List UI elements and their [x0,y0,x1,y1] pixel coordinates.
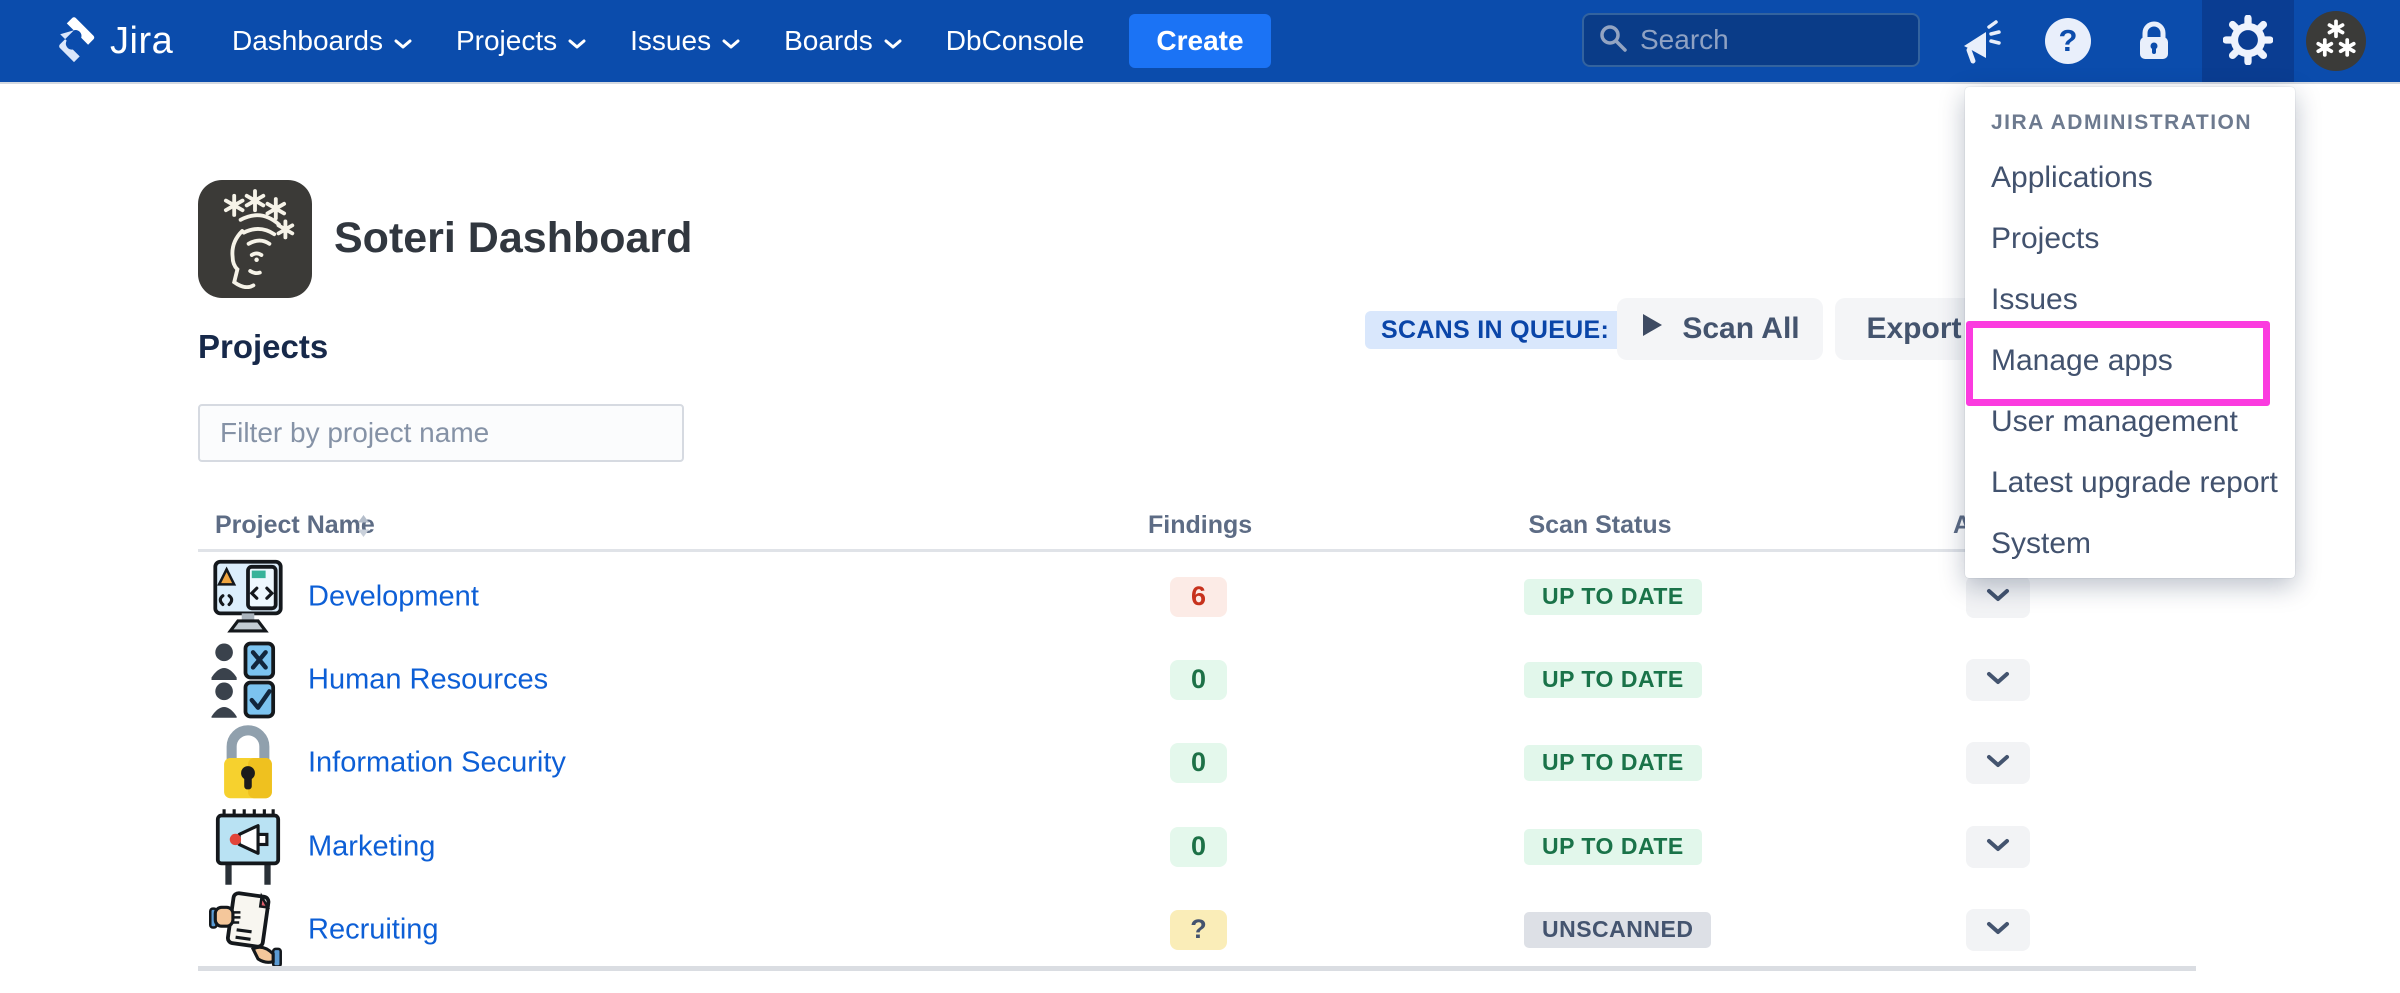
admin-menu-item-system[interactable]: System [1965,513,2295,574]
admin-settings-button[interactable] [2202,0,2294,82]
scan-status-badge: UP TO DATE [1524,662,1702,698]
scan-status-badge: UNSCANNED [1524,912,1711,948]
table-header-divider [198,549,2196,552]
chevron-down-icon [1986,671,2010,689]
row-actions-button[interactable] [1966,909,2030,951]
play-icon [1640,312,1664,346]
project-link[interactable]: Human Resources [308,663,548,696]
scan-status-badge: UP TO DATE [1524,579,1702,615]
row-actions-button[interactable] [1966,742,2030,784]
project-link[interactable]: Information Security [308,746,566,779]
project-link[interactable]: Marketing [308,830,435,863]
nav-item-boards[interactable]: Boards [784,25,902,57]
table-row-recruiting: Recruiting ? UNSCANNED [198,888,2196,971]
findings-badge: 6 [1170,577,1227,617]
admin-menu-item-issues[interactable]: Issues [1965,269,2295,330]
jira-brand[interactable]: Jira [50,0,173,82]
jira-logo-icon [50,15,98,68]
findings-badge: ? [1170,910,1227,950]
chevron-down-icon [394,25,412,57]
chevron-down-icon [722,25,740,57]
table-header: Project Name Findings Scan Status Action… [198,505,2196,545]
row-actions-button[interactable] [1966,826,2030,868]
sort-icon [354,513,373,544]
billboard-megaphone-icon [202,808,294,886]
gear-icon [2223,15,2273,68]
chevron-down-icon [1986,754,2010,772]
admin-menu-heading: JIRA ADMINISTRATION [1965,87,2295,147]
project-link[interactable]: Development [308,580,479,613]
column-header-findings: Findings [1148,505,1252,545]
findings-badge: 0 [1170,660,1227,700]
help-icon[interactable]: ? [2040,13,2096,69]
nav-item-issues[interactable]: Issues [630,25,740,57]
primary-nav-menu: Dashboards Projects Issues Boards DbCons… [232,0,1084,82]
project-filter-input[interactable] [198,404,684,462]
search-icon [1598,23,1628,58]
column-header-scan-status: Scan Status [1525,505,1675,545]
chevron-down-icon [1986,588,2010,606]
announcement-megaphone-icon[interactable] [1950,13,2006,69]
create-button[interactable]: Create [1129,14,1271,68]
nav-divider [0,82,2400,84]
page-title: Soteri Dashboard [334,214,692,263]
scan-status-badge: UP TO DATE [1524,745,1702,781]
people-phone-icon [202,641,294,719]
chevron-down-icon [568,25,586,57]
search-input[interactable] [1640,24,1904,56]
jira-soteri-dashboard: Jira Dashboards Projects Issues Boards D… [0,0,2400,993]
row-actions-button[interactable] [1966,576,2030,618]
lock-icon[interactable] [2126,13,2182,69]
column-header-project-name[interactable]: Project Name [215,505,375,545]
scan-status-badge: UP TO DATE [1524,829,1702,865]
chevron-down-icon [1986,921,2010,939]
handshake-document-icon [202,891,294,969]
nav-item-projects[interactable]: Projects [456,25,586,57]
project-link[interactable]: Recruiting [308,913,439,946]
admin-menu-item-latest-upgrade-report[interactable]: Latest upgrade report [1965,452,2295,513]
admin-menu-item-user-management[interactable]: User management [1965,391,2295,452]
user-avatar[interactable] [2306,11,2366,71]
projects-section-heading: Projects [198,328,328,366]
table-row-information-security: Information Security 0 UP TO DATE [198,721,2196,804]
scan-all-button[interactable]: Scan All [1617,298,1823,360]
chevron-down-icon [1986,838,2010,856]
nav-item-dashboards[interactable]: Dashboards [232,25,412,57]
soteri-app-icon [198,180,312,298]
jira-brand-text: Jira [110,20,173,63]
monitor-code-icon [202,558,294,636]
snowflakes-icon [2308,12,2364,71]
admin-menu-item-projects[interactable]: Projects [1965,208,2295,269]
table-row-human-resources: Human Resources 0 UP TO DATE [198,638,2196,721]
admin-menu-item-manage-apps[interactable]: Manage apps [1965,330,2295,391]
jira-administration-menu: JIRA ADMINISTRATION Applications Project… [1965,87,2295,578]
table-row-marketing: Marketing 0 UP TO DATE [198,805,2196,888]
global-search[interactable] [1582,13,1920,67]
nav-item-dbconsole[interactable]: DbConsole [946,25,1085,57]
top-navigation-bar: Jira Dashboards Projects Issues Boards D… [0,0,2400,82]
row-actions-button[interactable] [1966,659,2030,701]
padlock-icon [202,724,294,802]
table-row-development: Development 6 UP TO DATE [198,555,2196,638]
findings-badge: 0 [1170,827,1227,867]
admin-menu-item-applications[interactable]: Applications [1965,147,2295,208]
scans-in-queue-badge: SCANS IN QUEUE: 0 [1365,311,1647,349]
findings-badge: 0 [1170,743,1227,783]
table-bottom-divider [198,966,2196,971]
chevron-down-icon [884,25,902,57]
